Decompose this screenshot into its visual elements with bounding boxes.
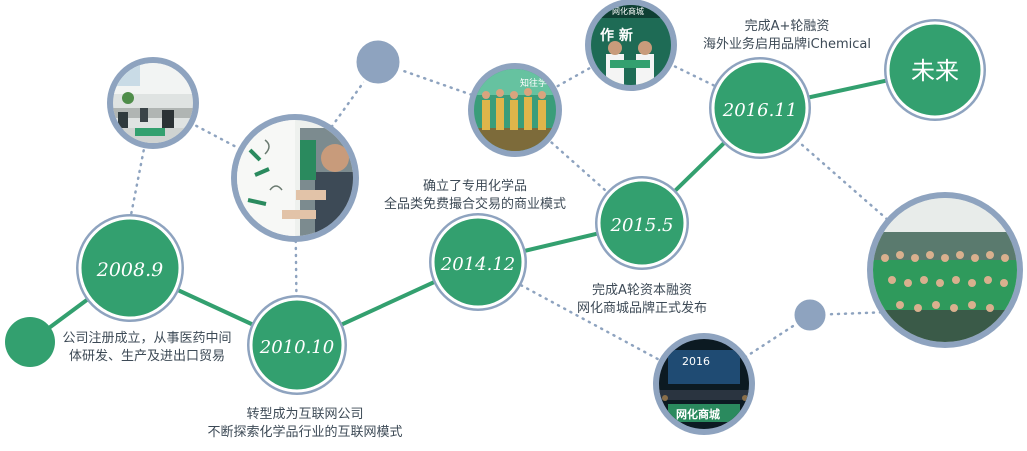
caption-2010: 转型成为互联网公司 不断探索化学品行业的互联网模式 <box>200 406 410 442</box>
launch-event-photo: 2016 网化商城 <box>653 333 755 435</box>
caption-line: 完成A+轮融资 <box>744 19 830 34</box>
milestone-2014: 2014.12 <box>429 213 527 311</box>
milestone-year: 2008.9 <box>96 259 163 281</box>
milestone-year: 2016.11 <box>722 100 797 121</box>
milestone-future: 未来 <box>884 19 986 121</box>
caption-line: 体研发、生产及进出口贸易 <box>68 349 225 364</box>
office-photo <box>107 57 199 149</box>
caption-2015: 完成A轮资本融资 网化商城品牌正式发布 <box>562 282 722 318</box>
signing-ceremony-photo: 网化商城 作 新 <box>585 0 677 91</box>
milestone-2016: 2016.11 <box>709 57 811 159</box>
milestone-2008: 2008.9 <box>76 214 184 322</box>
milestone-2015: 2015.5 <box>595 176 689 270</box>
milestone-year: 2015.5 <box>610 215 674 236</box>
timeline-diagram: 知往学 网化商城 作 新 2016 网化商城 2008.9 2010.10 20… <box>0 0 1027 447</box>
milestone-year: 2010.10 <box>259 337 334 358</box>
caption-2014: 确立了专用化学品 全品类免费撮合交易的商业模式 <box>360 178 590 214</box>
caption-2016: 完成A+轮融资 海外业务启用品牌iChemical <box>682 18 892 54</box>
milestone-year: 2014.12 <box>440 254 515 275</box>
launch-logo-text: 网化商城 <box>676 407 720 421</box>
gray-node <box>791 296 829 334</box>
team-group-photo <box>867 192 1023 348</box>
caption-line: 完成A轮资本融资 <box>592 283 692 298</box>
caption-line: 确立了专用化学品 <box>422 179 527 194</box>
caption-line: 公司注册成立，从事医药中间 <box>62 331 232 346</box>
caption-line: 海外业务启用品牌iChemical <box>703 37 871 52</box>
caption-line: 转型成为互联网公司 <box>246 407 364 422</box>
launch-screen-text: 2016 <box>682 355 710 368</box>
gray-node <box>353 37 403 87</box>
caption-2008: 公司注册成立，从事医药中间 体研发、生产及进出口贸易 <box>42 330 252 366</box>
caption-line: 不断探索化学品行业的互联网模式 <box>207 425 403 440</box>
timeline-svg: 知往学 网化商城 作 新 2016 网化商城 2008.9 2010.10 20… <box>5 0 1023 435</box>
caption-line: 网化商城品牌正式发布 <box>576 301 707 316</box>
stage-performers-photo: 知往学 <box>468 63 562 157</box>
milestone-year: 未来 <box>911 57 959 85</box>
whiteboard-signing-photo <box>231 114 359 242</box>
milestone-2010: 2010.10 <box>247 295 347 395</box>
caption-line: 全品类免费撮合交易的商业模式 <box>383 197 566 212</box>
